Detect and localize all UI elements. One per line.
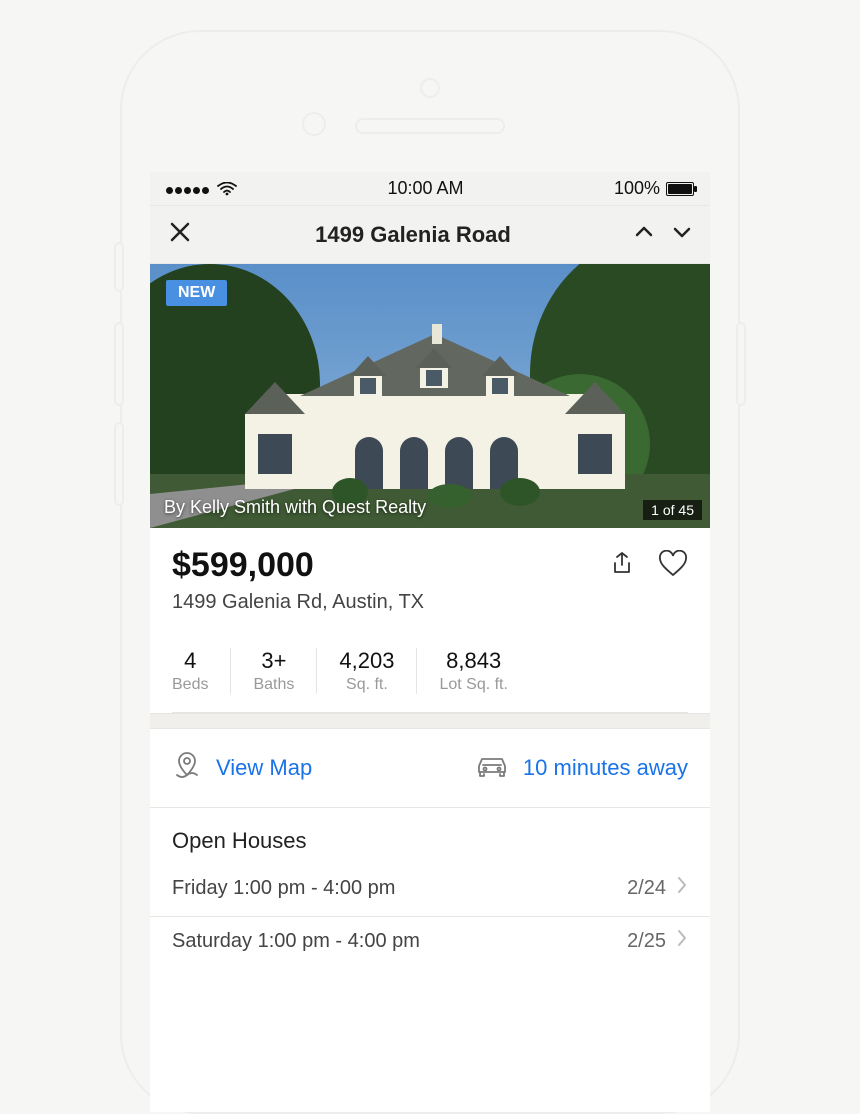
prev-listing-button[interactable] [634, 222, 654, 247]
listing-price: $599,000 [172, 546, 314, 585]
chevron-up-icon [634, 222, 654, 242]
status-battery-pct: 100% [614, 178, 660, 199]
stat-value: 4 [172, 648, 208, 674]
view-map-label: View Map [216, 755, 312, 781]
phone-side-button [114, 322, 124, 406]
nav-bar: 1499 Galenia Road [150, 206, 710, 264]
open-house-time: Friday 1:00 pm - 4:00 pm [172, 877, 395, 900]
chevron-down-icon [672, 222, 692, 242]
open-houses-title: Open Houses [150, 808, 710, 864]
commute-label: 10 minutes away [523, 755, 688, 781]
stat-lot: 8,843 Lot Sq. ft. [416, 648, 529, 694]
new-badge: NEW [166, 280, 227, 306]
status-time: 10:00 AM [387, 178, 463, 199]
stat-label: Lot Sq. ft. [439, 676, 507, 694]
heart-icon [658, 550, 688, 578]
section-gap [150, 713, 710, 729]
close-button[interactable] [168, 220, 192, 249]
listing-summary: $599,000 1499 Galenia Rd, Au [150, 528, 710, 628]
phone-side-button [736, 322, 746, 406]
phone-camera [302, 112, 326, 136]
chevron-right-icon [676, 876, 688, 900]
open-house-date: 2/24 [627, 877, 666, 900]
battery-icon [666, 182, 694, 196]
stat-label: Beds [172, 676, 208, 694]
screen: 10:00 AM 100% 1499 Galenia Road [150, 172, 710, 1112]
open-house-date: 2/25 [627, 930, 666, 953]
map-pin-icon [172, 751, 202, 785]
stat-beds: 4 Beds [172, 648, 230, 694]
stat-label: Sq. ft. [339, 676, 394, 694]
signal-dots-icon [166, 178, 211, 199]
stat-label: Baths [253, 676, 294, 694]
share-icon [608, 550, 636, 578]
share-button[interactable] [608, 550, 636, 583]
photo-byline: By Kelly Smith with Quest Realty [164, 497, 426, 518]
favorite-button[interactable] [658, 550, 688, 583]
links-row: View Map 10 minutes away [150, 729, 710, 808]
car-icon [475, 754, 509, 782]
chevron-right-icon [676, 929, 688, 953]
view-map-link[interactable]: View Map [172, 751, 312, 785]
listing-address: 1499 Galenia Rd, Austin, TX [172, 591, 688, 614]
stat-value: 3+ [253, 648, 294, 674]
photo-counter: 1 of 45 [643, 500, 702, 520]
stat-sqft: 4,203 Sq. ft. [316, 648, 416, 694]
phone-frame: 10:00 AM 100% 1499 Galenia Road [120, 30, 740, 1114]
nav-title: 1499 Galenia Road [315, 222, 511, 248]
status-bar: 10:00 AM 100% [150, 172, 710, 206]
phone-side-button [114, 422, 124, 506]
house-illustration [150, 264, 710, 528]
next-listing-button[interactable] [672, 222, 692, 247]
stat-value: 4,203 [339, 648, 394, 674]
stat-value: 8,843 [439, 648, 507, 674]
wifi-icon [217, 182, 237, 196]
stats-row: 4 Beds 3+ Baths 4,203 Sq. ft. 8,843 Lot … [172, 648, 688, 713]
open-house-row[interactable]: Saturday 1:00 pm - 4:00 pm 2/25 [150, 917, 710, 969]
listing-photo[interactable]: NEW By Kelly Smith with Quest Realty 1 o… [150, 264, 710, 528]
open-house-row[interactable]: Friday 1:00 pm - 4:00 pm 2/24 [150, 864, 710, 917]
phone-side-button [114, 242, 124, 292]
open-house-time: Saturday 1:00 pm - 4:00 pm [172, 930, 420, 953]
stat-baths: 3+ Baths [230, 648, 316, 694]
phone-speaker [355, 118, 505, 134]
close-icon [168, 220, 192, 244]
commute-link[interactable]: 10 minutes away [475, 754, 688, 782]
